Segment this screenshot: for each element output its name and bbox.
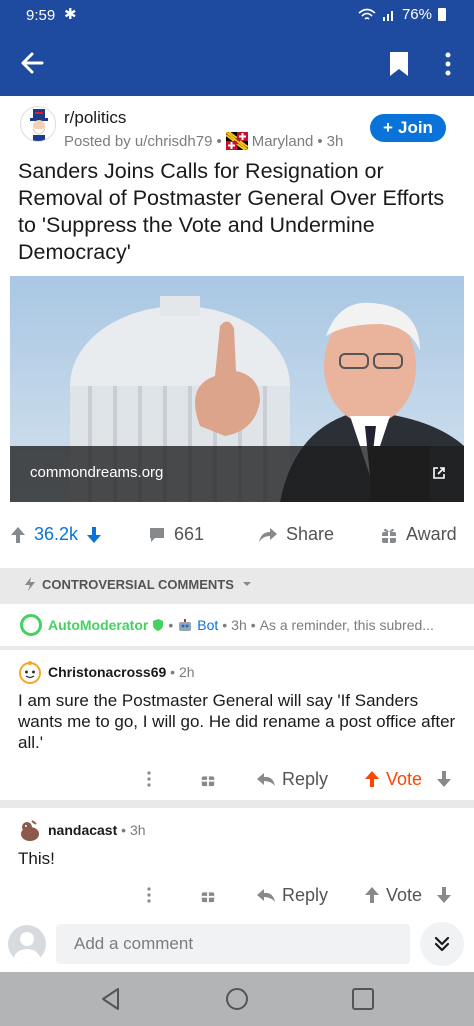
comment-input[interactable]: Add a comment	[56, 924, 410, 964]
automod-preview: As a reminder, this subred...	[259, 617, 434, 633]
comment-meta: nandacast • 3h	[48, 822, 146, 838]
automod-meta: AutoModerator • Bot • 3h • As a reminder…	[48, 617, 434, 633]
join-button[interactable]: + Join	[370, 114, 446, 142]
share-label: Share	[286, 524, 335, 544]
automod-user[interactable]: AutoModerator	[48, 617, 148, 633]
overflow-icon[interactable]	[146, 764, 152, 794]
comment-sort-bar[interactable]: CONTROVERSIAL COMMENTS	[0, 568, 474, 600]
overflow-icon[interactable]	[146, 880, 152, 910]
comments-button[interactable]: 661	[148, 524, 204, 545]
battery-icon	[438, 8, 446, 21]
maryland-flag-icon	[225, 132, 248, 150]
vote-label: Vote	[386, 768, 423, 789]
reply-icon	[257, 889, 275, 902]
bookmark-icon[interactable]	[388, 50, 410, 78]
status-time: 9:59	[26, 7, 56, 24]
comment-user[interactable]: nandacast	[48, 822, 117, 838]
post-age: 3h	[326, 132, 344, 150]
award-icon[interactable]	[200, 880, 216, 910]
comment-actions: Reply Vote	[0, 880, 474, 910]
vote-button[interactable]: Vote	[364, 764, 452, 794]
next-comment-button[interactable]	[420, 922, 464, 966]
upvote-icon[interactable]	[10, 526, 26, 544]
nav-home-icon[interactable]	[224, 986, 250, 1012]
downvote-icon[interactable]	[86, 526, 102, 544]
reply-button[interactable]: Reply	[256, 880, 328, 910]
comment-user[interactable]: Christonacross69	[48, 664, 166, 680]
comment-age: 3h	[129, 822, 146, 838]
external-link-icon	[433, 467, 445, 479]
status-bar: 9:59 ✱ 76%	[0, 0, 474, 32]
user-avatar[interactable]	[18, 660, 42, 684]
award-icon	[382, 528, 396, 543]
wifi-icon	[358, 8, 376, 20]
signal-icon	[382, 10, 393, 21]
post-meta: Posted by u/chrisdh79 • Maryland • 3h	[64, 132, 344, 150]
comment: nandacast • 3h This! Reply Vote	[0, 808, 474, 916]
chevron-down-icon	[242, 582, 251, 586]
automod-age: 3h	[231, 617, 247, 633]
posted-by[interactable]: Posted by u/chrisdh79	[64, 133, 212, 150]
user-flair: Maryland	[251, 132, 314, 150]
link-thumbnail[interactable]: commondreams.org	[10, 276, 464, 502]
award-button[interactable]: Award	[380, 524, 457, 545]
comment-age: 2h	[178, 664, 195, 680]
subreddit-name[interactable]: r/politics	[64, 108, 126, 128]
upvote-icon	[365, 771, 379, 787]
app-bar	[0, 32, 474, 96]
back-icon[interactable]	[18, 48, 48, 78]
upvote-icon	[365, 887, 379, 903]
comment-body: I am sure the Postmaster General will sa…	[18, 691, 456, 752]
bolt-icon	[25, 577, 35, 591]
reply-icon	[257, 773, 275, 786]
comment: Christonacross69 • 2h I am sure the Post…	[0, 650, 474, 800]
sort-label: CONTROVERSIAL COMMENTS	[42, 576, 234, 592]
comment-input-bar: Add a comment	[0, 916, 474, 972]
user-avatar[interactable]	[18, 818, 42, 842]
shield-icon	[153, 619, 164, 631]
comment-meta: Christonacross69 • 2h	[48, 664, 195, 680]
my-avatar[interactable]	[8, 925, 46, 963]
nav-recents-icon[interactable]	[350, 986, 376, 1012]
comment-icon	[150, 527, 164, 542]
subreddit-avatar[interactable]	[20, 106, 56, 142]
status-right: 76%	[358, 6, 446, 23]
downvote-icon[interactable]	[436, 886, 452, 904]
vote-button[interactable]: Vote	[364, 880, 452, 910]
award-label: Award	[406, 524, 457, 544]
bot-label: Bot	[197, 617, 219, 633]
automod-comment-collapsed[interactable]: AutoModerator • Bot • 3h • As a reminder…	[0, 604, 474, 646]
post-score: 36.2k	[34, 524, 79, 544]
uncle-sam-icon	[30, 109, 48, 141]
downvote-icon[interactable]	[436, 770, 452, 788]
vote-group: 36.2k	[10, 524, 102, 545]
post-title[interactable]: Sanders Joins Calls for Resignation or R…	[18, 158, 458, 266]
nav-back-icon[interactable]	[98, 986, 124, 1012]
link-bar[interactable]: commondreams.org	[10, 446, 464, 502]
award-icon[interactable]	[200, 764, 216, 794]
comments-count: 661	[174, 524, 205, 544]
link-domain: commondreams.org	[30, 464, 164, 481]
join-plus-icon: +	[383, 118, 393, 137]
robot-icon	[179, 619, 192, 631]
system-nav-bar	[0, 972, 474, 1026]
reply-button[interactable]: Reply	[256, 764, 328, 794]
share-icon	[259, 527, 277, 542]
gear-icon: ✱	[64, 6, 77, 23]
mod-avatar	[20, 614, 42, 636]
comment-actions: Reply Vote	[0, 764, 474, 794]
battery-percent: 76%	[401, 6, 432, 23]
reply-label: Reply	[282, 768, 329, 789]
join-label: Join	[397, 118, 433, 137]
comment-body: This!	[18, 849, 55, 868]
vote-label: Vote	[386, 884, 423, 905]
post-card: r/politics Posted by u/chrisdh79 • Maryla…	[0, 96, 474, 568]
share-button[interactable]: Share	[258, 524, 334, 545]
more-icon[interactable]	[436, 50, 460, 78]
reply-label: Reply	[282, 884, 329, 905]
double-chevron-icon	[434, 936, 450, 952]
post-actions: 36.2k 661 Share Award	[0, 514, 474, 558]
